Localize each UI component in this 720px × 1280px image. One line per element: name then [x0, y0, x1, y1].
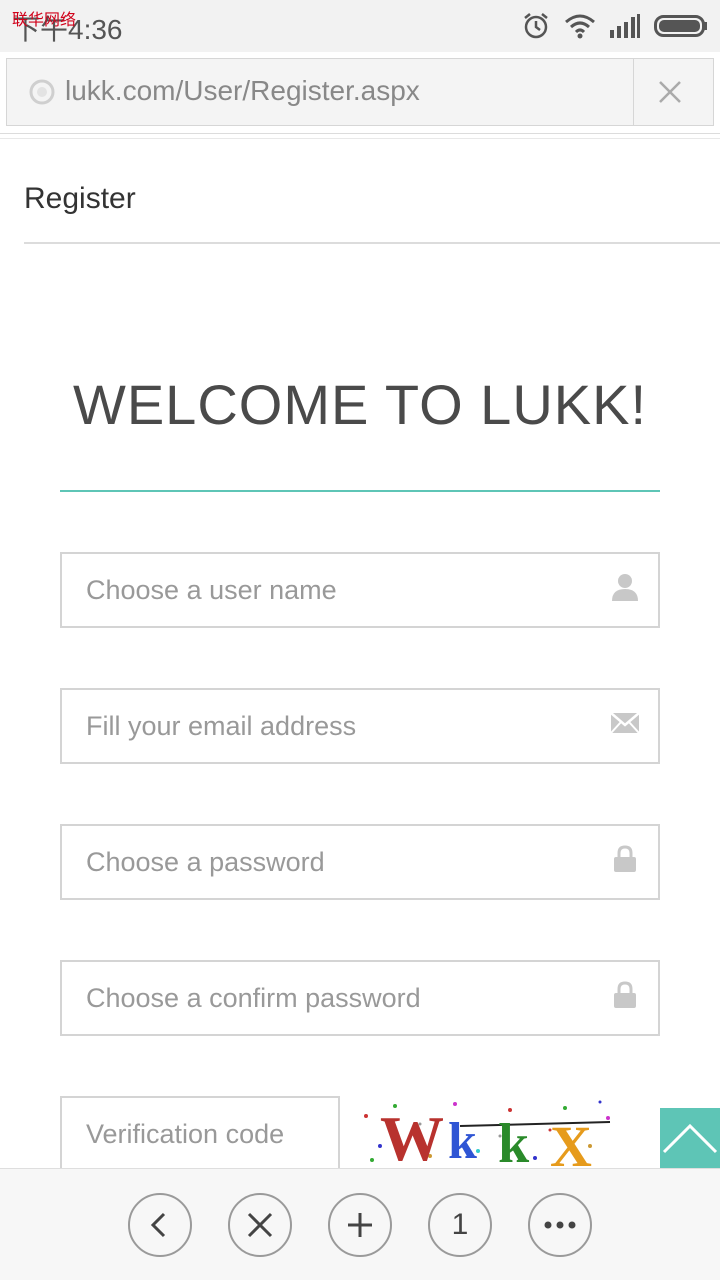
battery-icon: [654, 15, 707, 37]
confirm-password-field-box: [60, 960, 660, 1036]
email-input[interactable]: [62, 690, 602, 762]
svg-text:k: k: [448, 1113, 477, 1168]
svg-text:k: k: [498, 1113, 530, 1168]
email-field-box: [60, 688, 660, 764]
username-field-box: [60, 552, 660, 628]
tabs-button[interactable]: 1: [428, 1193, 492, 1257]
user-icon: [612, 574, 638, 601]
address-divider: [633, 59, 634, 125]
password-field-box: [60, 824, 660, 900]
accent-divider: [60, 490, 660, 492]
more-button[interactable]: [528, 1193, 592, 1257]
add-icon: [348, 1213, 372, 1237]
verification-code-input[interactable]: [62, 1098, 338, 1170]
chevron-up-icon: [662, 1123, 718, 1154]
tab-count: 1: [451, 1208, 469, 1241]
back-to-top-button[interactable]: [660, 1108, 720, 1168]
lock-icon: [614, 845, 636, 872]
divider: [24, 242, 720, 244]
watermark-text: 联华网络: [12, 10, 77, 29]
close-icon: [247, 1212, 273, 1238]
globe-icon: [29, 79, 55, 105]
new-tab-button[interactable]: [328, 1193, 392, 1257]
svg-text:X: X: [550, 1114, 592, 1168]
signal-icon: [610, 14, 640, 38]
close-icon[interactable]: [655, 77, 685, 107]
mail-icon: [610, 712, 640, 734]
username-input[interactable]: [62, 554, 602, 626]
url-text[interactable]: lukk.com/User/Register.aspx: [65, 75, 420, 107]
divider: [0, 133, 720, 134]
password-input[interactable]: [62, 826, 602, 898]
close-page-button[interactable]: [228, 1193, 292, 1257]
lock-icon: [614, 981, 636, 1008]
more-icon: [544, 1221, 576, 1229]
alarm-icon: [524, 13, 548, 39]
captcha-image[interactable]: W k k X: [360, 1096, 620, 1168]
confirm-password-input[interactable]: [62, 962, 602, 1034]
address-bar[interactable]: lukk.com/User/Register.aspx: [6, 58, 714, 126]
divider: [0, 138, 720, 139]
bottom-nav: 1: [0, 1168, 720, 1280]
back-icon: [150, 1212, 166, 1238]
status-icons: [522, 10, 708, 42]
wifi-icon: [565, 14, 595, 39]
page-title: Register: [24, 182, 136, 215]
welcome-heading: WELCOME TO LUKK!: [72, 373, 648, 436]
svg-text:W: W: [380, 1103, 444, 1168]
back-button[interactable]: [128, 1193, 192, 1257]
status-bar: 下午4:36 联华网络: [0, 0, 720, 52]
